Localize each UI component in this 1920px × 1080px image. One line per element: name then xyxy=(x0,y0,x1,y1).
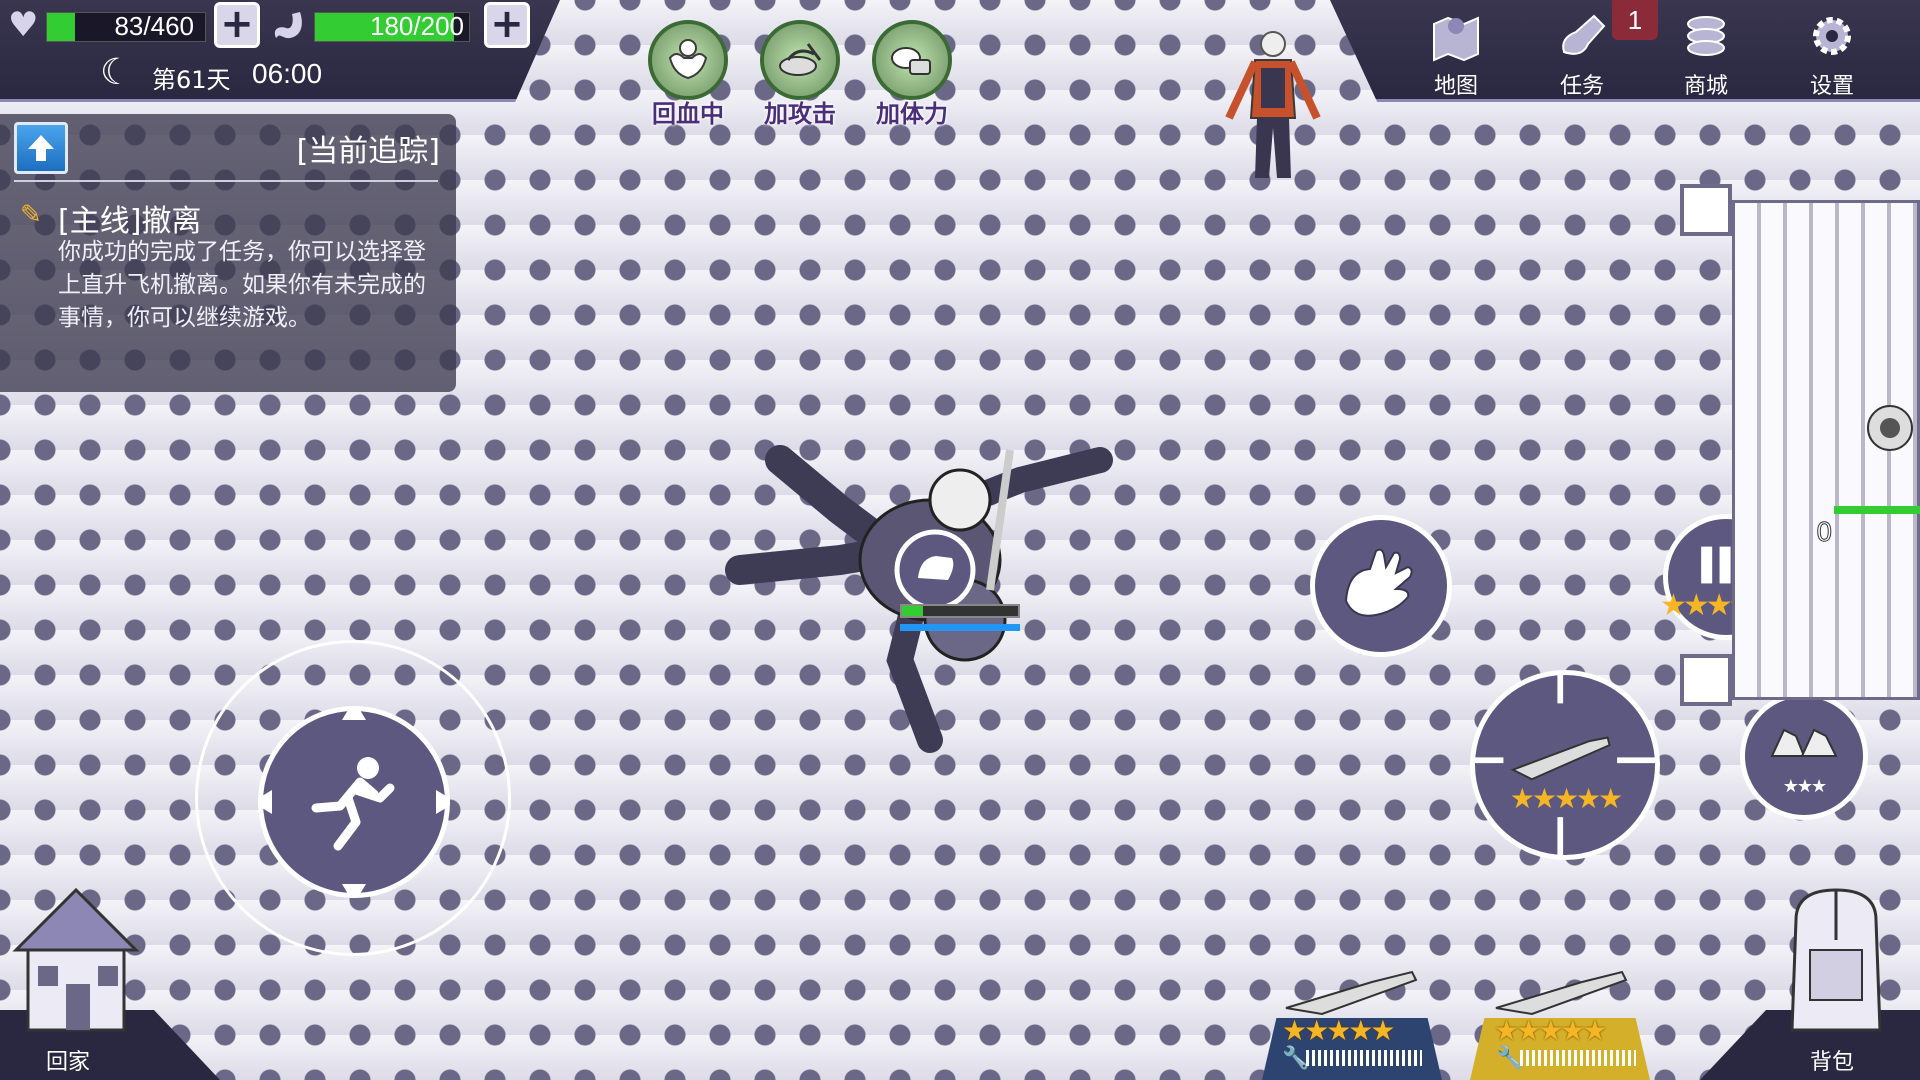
shoes-icon xyxy=(1770,728,1838,757)
weapon-1-durability xyxy=(1306,1050,1422,1066)
shop-button[interactable]: 商城 xyxy=(1656,2,1756,102)
quest-tracking-label: [当前追踪] xyxy=(296,134,440,169)
door-marker[interactable] xyxy=(1680,184,1732,236)
stomach-icon xyxy=(270,8,310,42)
player-health-bar xyxy=(900,604,1020,618)
map-icon xyxy=(1406,2,1506,64)
shoes-rating-stars: ★★★ xyxy=(1782,775,1827,797)
buff-label: 加攻击 xyxy=(764,100,836,128)
attack-aim-button[interactable] xyxy=(1465,665,1660,860)
weapon-2-durability xyxy=(1520,1050,1636,1066)
shop-label: 商城 xyxy=(1683,74,1728,99)
buff-label: 加体力 xyxy=(876,100,948,128)
shotgun-crosshair-icon xyxy=(1465,665,1655,855)
health-text: 83/460 xyxy=(114,11,194,41)
weapon-2-stars: ★★★★★ xyxy=(1494,1014,1608,1047)
weapon-1-stars: ★★★★★ xyxy=(1282,1014,1396,1047)
quest-scroll-icon: ✎ xyxy=(20,200,42,230)
npc-stat-value: 0 xyxy=(1816,518,1834,549)
quest-badge: 1 xyxy=(1612,0,1658,40)
gear-icon xyxy=(1782,2,1882,64)
coins-icon xyxy=(1656,2,1756,64)
muscle-icon xyxy=(648,20,728,100)
character-equipment-figure[interactable] xyxy=(1215,28,1330,198)
backpack-label: 背包 xyxy=(1810,1050,1855,1075)
home-label: 回家 xyxy=(46,1050,91,1075)
stamina-food-icon xyxy=(872,20,952,100)
door-marker[interactable] xyxy=(1680,654,1732,706)
player-health-fill xyxy=(902,606,923,616)
interact-hand-button[interactable] xyxy=(1310,515,1452,657)
quest-description: 你成功的完成了任务，你可以选择登上直升飞机撤离。如果你有未完成的事情，你可以继续… xyxy=(58,239,426,331)
add-food-button[interactable]: + xyxy=(484,2,530,48)
clock-time: 06:00 xyxy=(252,58,323,89)
day-counter: 第61天 xyxy=(152,66,231,94)
buff-label: 回血中 xyxy=(652,100,724,128)
moon-icon: ☾ xyxy=(100,52,133,93)
map-label: 地图 xyxy=(1433,74,1478,99)
collapse-quest-button[interactable] xyxy=(14,122,68,174)
weapon-rating-stars: ★★★★★ xyxy=(1509,782,1624,815)
hand-icon xyxy=(1344,548,1413,617)
joystick-arrows-icon xyxy=(258,706,450,898)
add-health-button[interactable]: + xyxy=(214,2,260,48)
divider xyxy=(14,180,438,182)
settings-button[interactable]: 设置 xyxy=(1782,2,1882,102)
hunger-text: 180/200 xyxy=(370,11,464,41)
player-stamina-bar xyxy=(900,624,1020,631)
shotgun-icon xyxy=(1495,970,1628,1016)
heart-icon: ♥ xyxy=(8,5,39,45)
npc-character[interactable] xyxy=(1860,388,1920,488)
shotgun-icon xyxy=(1285,970,1418,1016)
arrow-up-icon xyxy=(28,135,54,161)
quest-title: [主线]撤离 xyxy=(58,204,202,239)
npc-health-bar xyxy=(1834,506,1920,514)
map-button[interactable]: 地图 xyxy=(1406,2,1506,102)
quest-label: 任务 xyxy=(1559,74,1604,99)
backpack-icon[interactable] xyxy=(1776,880,1896,1040)
settings-label: 设置 xyxy=(1809,74,1854,99)
sprint-shoes-button[interactable]: ★★★ xyxy=(1740,692,1868,820)
attack-food-icon xyxy=(760,20,840,100)
home-icon[interactable] xyxy=(6,880,146,1040)
